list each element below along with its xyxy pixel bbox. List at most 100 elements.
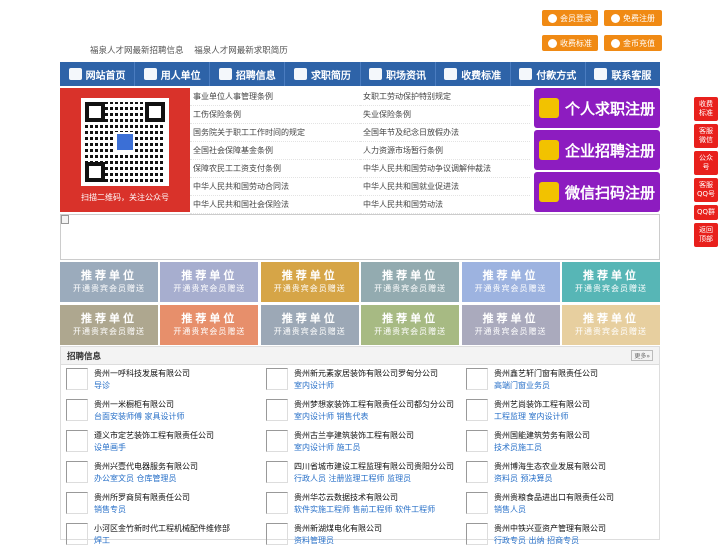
- company-logo[interactable]: [266, 523, 288, 545]
- company-logo[interactable]: [466, 399, 488, 421]
- job-positions[interactable]: 行政人员 注册监理工程师 监理员: [294, 473, 454, 485]
- company-register-button[interactable]: 企业招聘注册: [534, 130, 660, 170]
- side-button[interactable]: 返回顶部: [694, 223, 718, 247]
- more-link[interactable]: 更多»: [631, 350, 653, 361]
- nav-news[interactable]: 职场资讯: [361, 62, 436, 86]
- recommended-company-slot[interactable]: 推荐单位 开通贵宾会员赠送: [561, 305, 660, 345]
- register-button[interactable]: 免费注册: [604, 10, 662, 26]
- company-name[interactable]: 遵义市定艺装饰工程有限责任公司: [94, 430, 214, 442]
- company-name[interactable]: 贵州华芯云数据技术有限公司: [294, 492, 435, 504]
- company-name[interactable]: 贵州一呼科技发展有限公司: [94, 368, 190, 380]
- recommended-company-slot[interactable]: 推荐单位 开通贵宾会员赠送: [561, 262, 660, 302]
- job-positions[interactable]: 技术员施工员: [494, 442, 590, 454]
- company-name[interactable]: 贵州梦想家装饰工程有限责任公司都匀分公司: [294, 399, 454, 411]
- company-logo[interactable]: [466, 523, 488, 545]
- nav-payment[interactable]: 付款方式: [511, 62, 586, 86]
- law-link[interactable]: 全国年节及纪念日放假办法: [360, 124, 530, 142]
- job-positions[interactable]: 设单画手: [94, 442, 214, 454]
- nav-jobs[interactable]: 招聘信息: [210, 62, 286, 86]
- company-logo[interactable]: [466, 368, 488, 390]
- job-positions[interactable]: 工程监理 室内设计师: [494, 411, 590, 423]
- company-name[interactable]: 贵州艺尚装饰工程有限公司: [494, 399, 590, 411]
- law-link[interactable]: 全国社会保障基金条例: [190, 142, 360, 160]
- job-positions[interactable]: 室内设计师: [294, 380, 438, 392]
- login-button[interactable]: 会员登录: [542, 10, 598, 26]
- company-logo[interactable]: [66, 368, 88, 390]
- job-positions[interactable]: 室内设计师 施工员: [294, 442, 414, 454]
- latest-resumes-link[interactable]: 福泉人才网最新求职简历: [194, 46, 288, 56]
- company-logo[interactable]: [66, 461, 88, 483]
- law-link[interactable]: 中华人民共和国劳动合同法: [190, 178, 360, 196]
- recommended-company-slot[interactable]: 推荐单位 开通贵宾会员赠送: [160, 262, 259, 302]
- nav-employers[interactable]: 用人单位: [135, 62, 211, 86]
- recommended-company-slot[interactable]: 推荐单位 开通贵宾会员赠送: [361, 305, 460, 345]
- recharge-button[interactable]: 金币充值: [604, 35, 662, 51]
- company-name[interactable]: 贵州鑫艺轩门窗有限责任公司: [494, 368, 598, 380]
- side-button[interactable]: 客服微信: [694, 124, 718, 148]
- job-positions[interactable]: 销售专员: [94, 504, 190, 516]
- law-link[interactable]: 女职工劳动保护特别规定: [360, 88, 530, 106]
- job-positions[interactable]: 资料管理员: [294, 535, 382, 547]
- law-link[interactable]: 事业单位人事管理条例: [190, 88, 360, 106]
- company-name[interactable]: 贵州所罗商贸有限责任公司: [94, 492, 190, 504]
- company-logo[interactable]: [466, 430, 488, 452]
- company-logo[interactable]: [66, 399, 88, 421]
- recommended-company-slot[interactable]: 推荐单位 开通贵宾会员赠送: [260, 305, 359, 345]
- company-name[interactable]: 贵州国能建筑劳务有限公司: [494, 430, 590, 442]
- job-positions[interactable]: 焊工: [94, 535, 230, 547]
- company-logo[interactable]: [466, 461, 488, 483]
- law-link[interactable]: 保障农民工工资支付条例: [190, 160, 360, 178]
- law-link[interactable]: 中华人民共和国劳动争议调解仲裁法: [360, 160, 530, 178]
- personal-register-button[interactable]: 个人求职注册: [534, 88, 660, 128]
- company-logo[interactable]: [266, 492, 288, 514]
- side-button[interactable]: 客服QQ号: [694, 178, 718, 202]
- job-positions[interactable]: 台面安装师傅 家具设计师: [94, 411, 185, 423]
- company-logo[interactable]: [266, 430, 288, 452]
- company-name[interactable]: 小河区金竹新时代工程机械配件维修部: [94, 523, 230, 535]
- company-name[interactable]: 贵州古兰亭建筑装饰工程有限公司: [294, 430, 414, 442]
- company-name[interactable]: 贵州博海生态农业发展有限公司: [494, 461, 606, 473]
- company-name[interactable]: 四川省城市建设工程监理有限公司贵阳分公司: [294, 461, 454, 473]
- recommended-company-slot[interactable]: 推荐单位 开通贵宾会员赠送: [60, 305, 158, 345]
- law-link[interactable]: 国务院关于职工工作时间的规定: [190, 124, 360, 142]
- company-name[interactable]: 贵州中铁兴亚资产管理有限公司: [494, 523, 606, 535]
- law-link[interactable]: 中华人民共和国社会保险法: [190, 196, 360, 214]
- job-positions[interactable]: 资料员 预决算员: [494, 473, 606, 485]
- company-logo[interactable]: [66, 523, 88, 545]
- latest-jobs-link[interactable]: 福泉人才网最新招聘信息: [90, 46, 184, 56]
- side-button[interactable]: 公众号: [694, 151, 718, 175]
- company-logo[interactable]: [266, 399, 288, 421]
- nav-support[interactable]: 联系客服: [586, 62, 660, 86]
- job-positions[interactable]: 高端门窗业务员: [494, 380, 598, 392]
- recommended-company-slot[interactable]: 推荐单位 开通贵宾会员赠送: [461, 262, 560, 302]
- law-link[interactable]: 失业保险条例: [360, 106, 530, 124]
- company-name[interactable]: 贵州新湖煤电化有限公司: [294, 523, 382, 535]
- job-positions[interactable]: 软件实施工程师 售前工程师 软件工程师: [294, 504, 435, 516]
- company-name[interactable]: 贵州兴壹代电器服务有限公司: [94, 461, 198, 473]
- company-logo[interactable]: [266, 368, 288, 390]
- job-positions[interactable]: 销售人员: [494, 504, 614, 516]
- company-logo[interactable]: [66, 430, 88, 452]
- law-link[interactable]: 中华人民共和国就业促进法: [360, 178, 530, 196]
- nav-pricing[interactable]: 收费标准: [436, 62, 511, 86]
- company-logo[interactable]: [266, 461, 288, 483]
- recommended-company-slot[interactable]: 推荐单位 开通贵宾会员赠送: [461, 305, 560, 345]
- wechat-register-button[interactable]: 微信扫码注册: [534, 172, 660, 212]
- job-positions[interactable]: 办公室文员 仓库管理员: [94, 473, 198, 485]
- law-link[interactable]: 人力资源市场暂行条例: [360, 142, 530, 160]
- job-positions[interactable]: 导诊: [94, 380, 190, 392]
- company-name[interactable]: 贵州贵粮食品进出口有限责任公司: [494, 492, 614, 504]
- law-link[interactable]: 中华人民共和国劳动法: [360, 196, 530, 214]
- recommended-company-slot[interactable]: 推荐单位 开通贵宾会员赠送: [60, 262, 158, 302]
- nav-home[interactable]: 网站首页: [60, 62, 136, 86]
- company-logo[interactable]: [66, 492, 88, 514]
- nav-resumes[interactable]: 求职简历: [285, 62, 361, 86]
- side-button[interactable]: 收费标准: [694, 97, 718, 121]
- job-positions[interactable]: 室内设计师 销售代表: [294, 411, 454, 423]
- job-positions[interactable]: 行政专员 出纳 招商专员: [494, 535, 606, 547]
- recommended-company-slot[interactable]: 推荐单位 开通贵宾会员赠送: [160, 305, 259, 345]
- side-button[interactable]: QQ群: [694, 205, 718, 220]
- company-logo[interactable]: [466, 492, 488, 514]
- banner-ad[interactable]: [60, 214, 660, 260]
- company-name[interactable]: 贵州新元素家居装饰有限公司罗甸分公司: [294, 368, 438, 380]
